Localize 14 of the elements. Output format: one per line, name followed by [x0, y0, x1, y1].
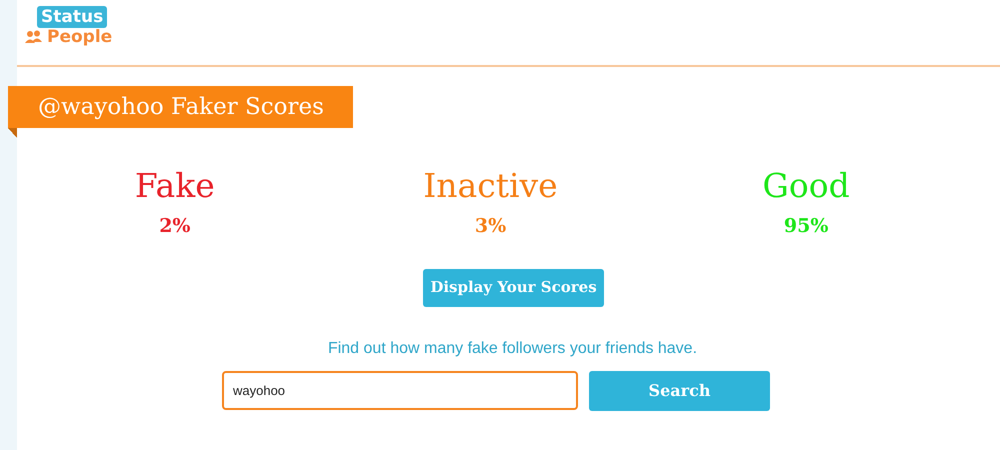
score-label: Fake [134, 166, 215, 206]
score-label: Inactive [423, 166, 558, 206]
score-value: 95% [784, 214, 828, 239]
logo-text: Status [37, 6, 108, 28]
score-value: 3% [474, 214, 506, 239]
logo-text: People [47, 27, 112, 47]
search-field[interactable]: wayohoo [222, 370, 578, 410]
score-label: Good [762, 166, 850, 206]
prompt-text: Find out how many fake followers your friends have. [328, 338, 698, 358]
score-value: 2% [159, 214, 190, 239]
search-button[interactable]: Search [589, 370, 770, 410]
page-title: @wayohoo Faker Scores [38, 92, 324, 122]
people-icon [25, 30, 43, 44]
display-scores-button[interactable]: Display Your Scores [423, 268, 604, 306]
